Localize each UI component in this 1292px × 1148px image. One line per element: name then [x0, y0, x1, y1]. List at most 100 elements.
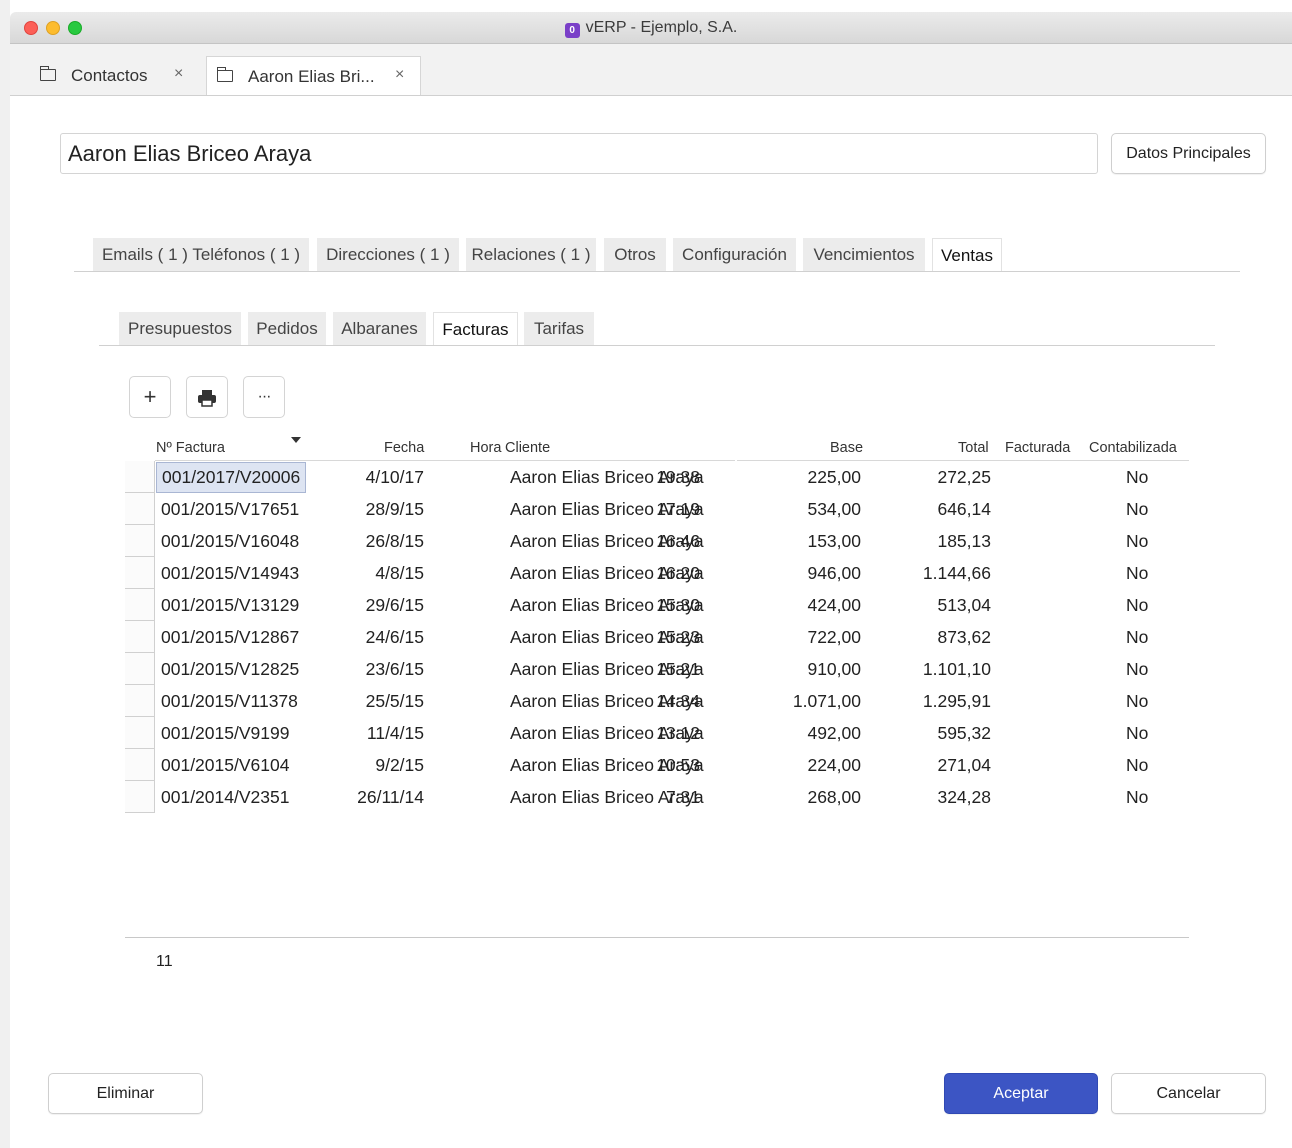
- document-tab-bar: Contactos × Aaron Elias Bri... ×: [10, 44, 1292, 96]
- cell-fecha: 11/4/15: [366, 723, 424, 743]
- cell-contabilizada: No: [1126, 723, 1149, 743]
- print-button[interactable]: [186, 376, 228, 418]
- cell-total: 646,14: [937, 499, 991, 519]
- row-handle[interactable]: [125, 589, 155, 621]
- tab-albaranes[interactable]: Albaranes: [333, 312, 426, 346]
- doc-tab-label: Aaron Elias Bri...: [248, 67, 375, 86]
- contact-name-field[interactable]: [60, 133, 1098, 174]
- col-header-hora[interactable]: Hora: [470, 440, 501, 456]
- cell-total: 873,62: [937, 627, 991, 647]
- cell-contabilizada: No: [1126, 787, 1149, 807]
- cell-total: 271,04: [937, 755, 991, 775]
- window-left-edge: [0, 0, 10, 1148]
- table-row[interactable]: 001/2015/V11378 25/5/15 14:34 Aaron Elia…: [125, 685, 1189, 717]
- table-row[interactable]: 001/2015/V17651 28/9/15 17:19 Aaron Elia…: [125, 493, 1189, 525]
- table-row[interactable]: 001/2015/V14943 4/8/15 16:20 Aaron Elias…: [125, 557, 1189, 589]
- row-handle[interactable]: [125, 493, 155, 525]
- cell-cliente: Aaron Elias Briceo Araya: [510, 691, 704, 711]
- table-row[interactable]: 001/2015/V13129 29/6/15 15:30 Aaron Elia…: [125, 589, 1189, 621]
- tab-relaciones[interactable]: Relaciones ( 1 ): [466, 238, 596, 272]
- tab-emails-telefonos[interactable]: Emails ( 1 ) Teléfonos ( 1 ): [93, 238, 309, 272]
- cell-base: 910,00: [807, 659, 861, 679]
- tab-otros[interactable]: Otros: [604, 238, 666, 272]
- cell-total: 324,28: [937, 787, 991, 807]
- col-header-total[interactable]: Total: [958, 440, 989, 456]
- table-row[interactable]: 001/2014/V2351 26/11/14 7:31 Aaron Elias…: [125, 781, 1189, 813]
- table-row[interactable]: 001/2017/V20006 4/10/17 19:38 Aaron Elia…: [125, 461, 1189, 493]
- tab-pedidos[interactable]: Pedidos: [248, 312, 326, 346]
- cell-cliente: Aaron Elias Briceo Araya: [510, 723, 704, 743]
- row-handle[interactable]: [125, 749, 155, 781]
- cell-fecha: 29/6/15: [365, 595, 424, 615]
- col-header-cliente[interactable]: Cliente: [505, 440, 550, 456]
- cell-contabilizada: No: [1126, 691, 1149, 711]
- cell-contabilizada: No: [1126, 595, 1149, 615]
- doc-tab-contact[interactable]: Aaron Elias Bri... ×: [206, 56, 421, 95]
- ellipsis-icon: ···: [257, 388, 272, 405]
- window-title-text: vERP - Ejemplo, S.A.: [585, 19, 738, 36]
- cell-contabilizada: No: [1126, 499, 1149, 519]
- add-button[interactable]: +: [129, 376, 171, 418]
- table-row[interactable]: 001/2015/V12867 24/6/15 15:23 Aaron Elia…: [125, 621, 1189, 653]
- accept-button[interactable]: Aceptar: [944, 1073, 1098, 1114]
- cell-cliente: Aaron Elias Briceo Araya: [510, 531, 704, 551]
- tab-direcciones[interactable]: Direcciones ( 1 ): [317, 238, 459, 272]
- tab-facturas[interactable]: Facturas: [433, 312, 518, 346]
- row-handle[interactable]: [125, 653, 155, 685]
- cell-cliente: Aaron Elias Briceo Araya: [510, 659, 704, 679]
- cell-cliente: Aaron Elias Briceo Araya: [510, 467, 704, 487]
- close-tab-icon[interactable]: ×: [395, 66, 404, 84]
- cell-base: 492,00: [807, 723, 861, 743]
- table-row[interactable]: 001/2015/V6104 9/2/15 10:53 Aaron Elias …: [125, 749, 1189, 781]
- doc-tab-contactos[interactable]: Contactos ×: [30, 56, 198, 95]
- cell-numero: 001/2015/V14943: [161, 563, 300, 583]
- row-handle[interactable]: [125, 781, 155, 813]
- cell-base: 424,00: [807, 595, 861, 615]
- cell-fecha: 4/8/15: [375, 563, 424, 583]
- cell-fecha: 24/6/15: [365, 627, 424, 647]
- col-header-fecha[interactable]: Fecha: [384, 440, 424, 456]
- table-row[interactable]: 001/2015/V16048 26/8/15 16:46 Aaron Elia…: [125, 525, 1189, 557]
- folder-icon: [216, 67, 233, 82]
- tab-presupuestos[interactable]: Presupuestos: [119, 312, 241, 346]
- tab-configuracion[interactable]: Configuración: [673, 238, 796, 272]
- plus-icon: +: [143, 384, 157, 409]
- delete-button[interactable]: Eliminar: [48, 1073, 203, 1114]
- cell-cliente: Aaron Elias Briceo Araya: [510, 563, 704, 583]
- cell-fecha: 25/5/15: [365, 691, 424, 711]
- sort-descending-icon[interactable]: [291, 437, 301, 444]
- printer-icon: [198, 390, 216, 407]
- tab-ventas[interactable]: Ventas: [932, 238, 1002, 272]
- row-handle[interactable]: [125, 557, 155, 589]
- table-footer-divider: [125, 937, 1189, 938]
- cell-fecha: 28/9/15: [365, 499, 424, 519]
- col-header-base[interactable]: Base: [830, 440, 863, 456]
- table-row[interactable]: 001/2015/V9199 11/4/15 13:12 Aaron Elias…: [125, 717, 1189, 749]
- tab-tarifas[interactable]: Tarifas: [524, 312, 594, 346]
- datos-principales-button[interactable]: Datos Principales: [1111, 133, 1266, 174]
- close-tab-icon[interactable]: ×: [174, 65, 183, 83]
- title-bar: 0 vERP - Ejemplo, S.A.: [10, 12, 1292, 44]
- col-header-numero[interactable]: Nº Factura: [156, 440, 225, 456]
- cell-numero: 001/2015/V13129: [161, 595, 300, 615]
- tab-vencimientos[interactable]: Vencimientos: [803, 238, 925, 272]
- more-options-button[interactable]: ···: [243, 376, 285, 418]
- cell-base: 946,00: [807, 563, 861, 583]
- cell-contabilizada: No: [1126, 755, 1149, 775]
- cell-total: 595,32: [937, 723, 991, 743]
- cell-base: 722,00: [807, 627, 861, 647]
- cell-cliente: Aaron Elias Briceo Araya: [510, 627, 704, 647]
- table-row[interactable]: 001/2015/V12825 23/6/15 15:21 Aaron Elia…: [125, 653, 1189, 685]
- sub-tab-bar: Presupuestos Pedidos Albaranes Facturas …: [119, 312, 619, 346]
- row-handle[interactable]: [125, 461, 155, 493]
- row-handle[interactable]: [125, 717, 155, 749]
- folder-icon: [39, 66, 56, 81]
- cell-total: 1.144,66: [922, 563, 991, 583]
- row-handle[interactable]: [125, 525, 155, 557]
- col-header-contabilizada[interactable]: Contabilizada: [1089, 440, 1177, 456]
- cell-numero: 001/2015/V11378: [161, 691, 298, 711]
- row-handle[interactable]: [125, 685, 155, 717]
- cancel-button[interactable]: Cancelar: [1111, 1073, 1266, 1114]
- col-header-facturada[interactable]: Facturada: [1005, 440, 1070, 456]
- row-handle[interactable]: [125, 621, 155, 653]
